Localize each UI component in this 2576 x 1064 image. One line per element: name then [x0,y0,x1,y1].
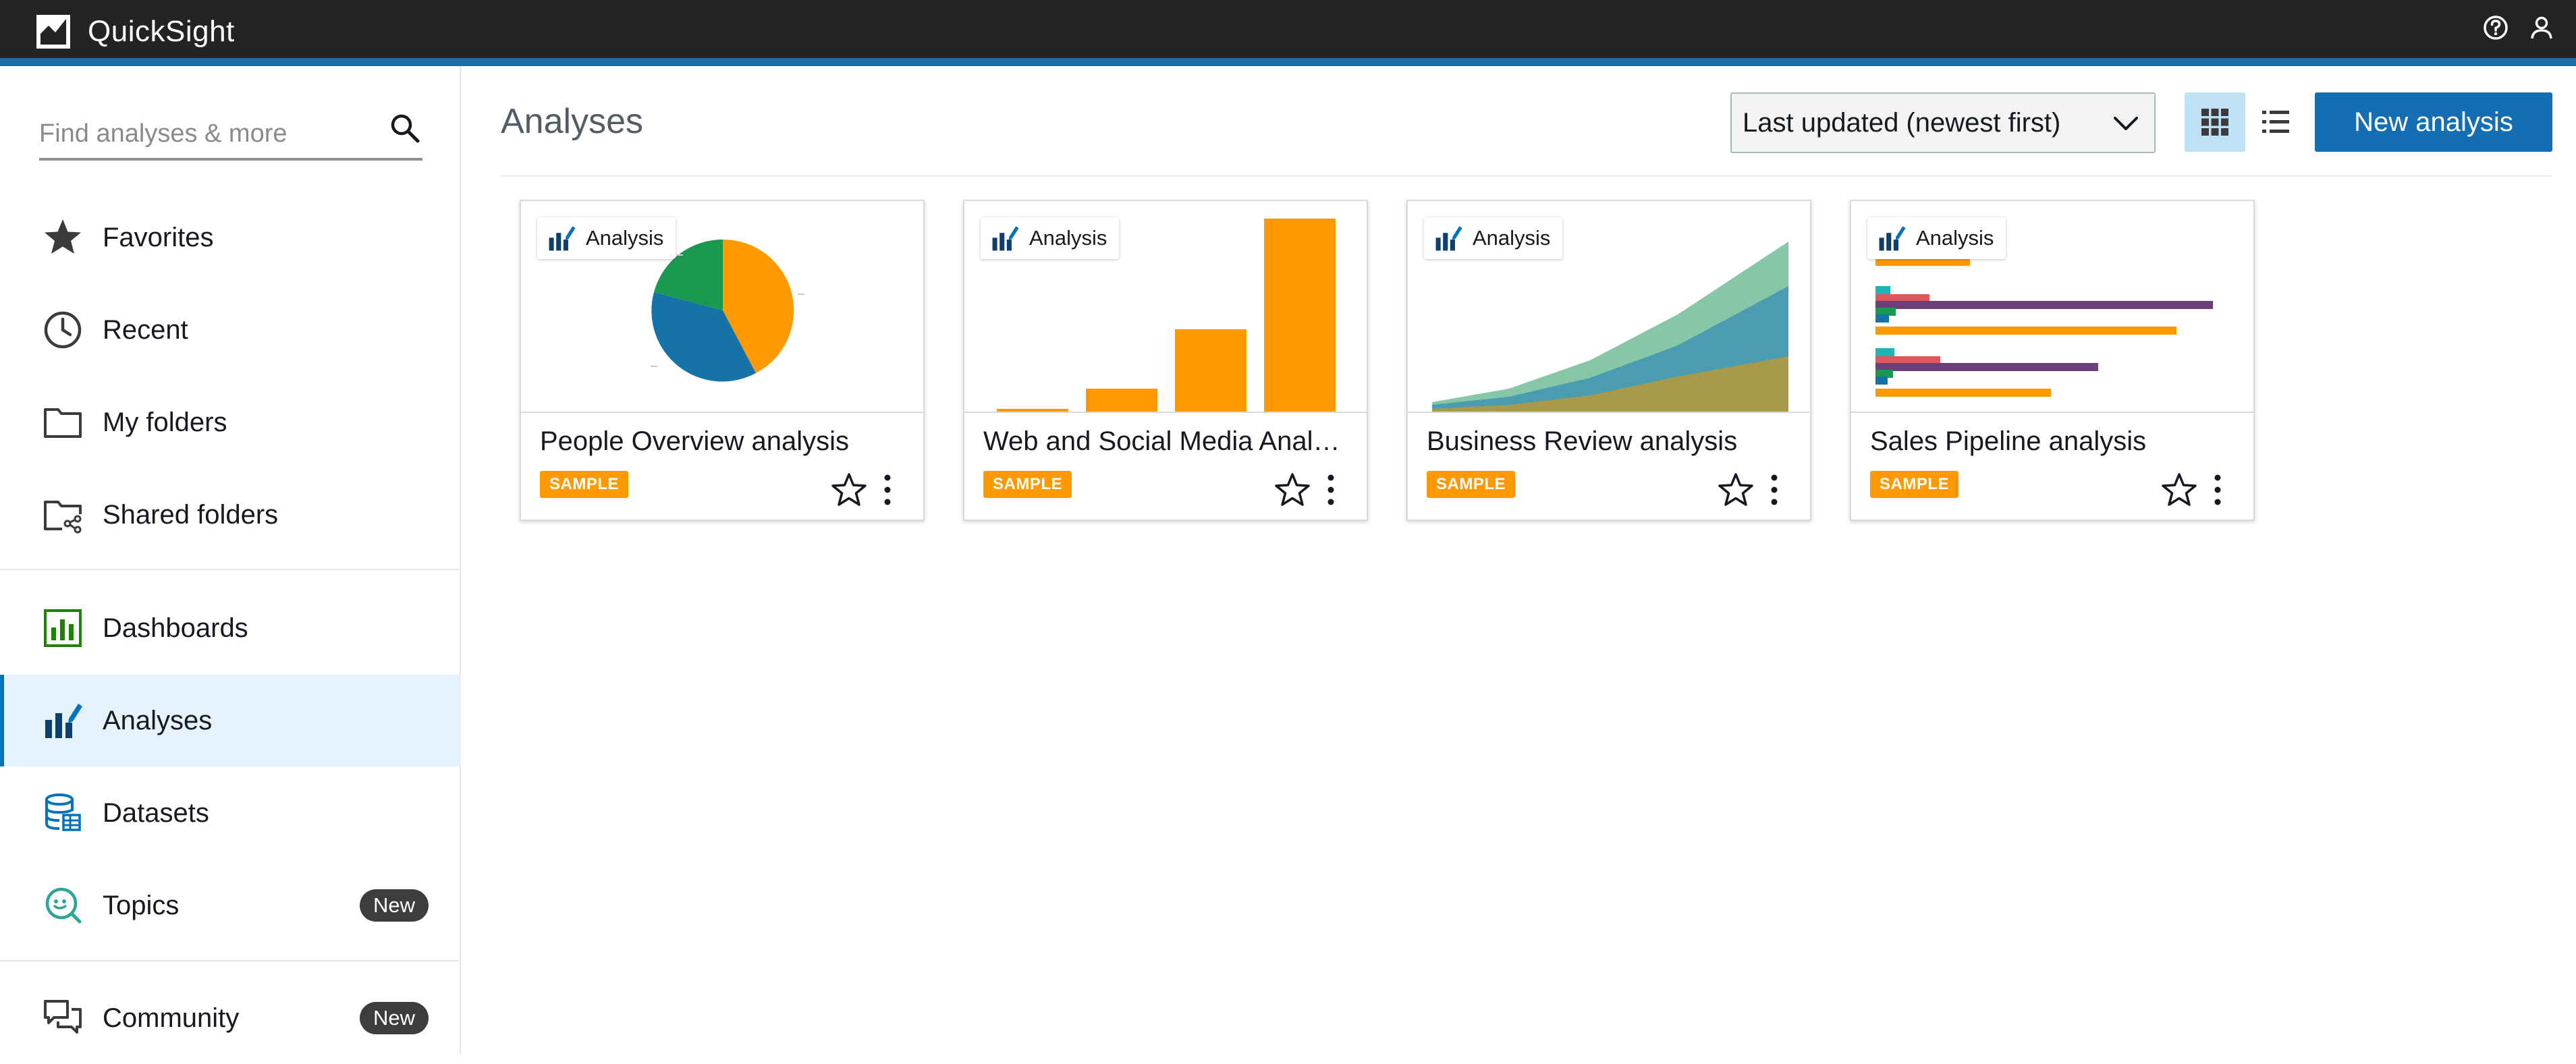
sidebar-divider [0,960,461,961]
sidebar-divider [0,569,461,570]
sidebar-item-label: Topics [103,890,180,920]
card-thumbnail[interactable]: Analysis [1851,201,2253,413]
sidebar-item-dashboards[interactable]: Dashboards [0,582,461,674]
type-chip: Analysis [1867,217,2006,259]
type-label: Analysis [1473,226,1551,250]
dashboard-icon [44,609,82,647]
grid-icon [2201,109,2228,136]
topic-icon [45,887,82,924]
analysis-icon [45,704,82,738]
more-options-icon[interactable] [872,470,903,510]
type-label: Analysis [586,226,664,250]
analysis-icon [549,226,576,251]
top-navigation-bar: QuickSight [0,0,2576,66]
sidebar-item-my-folders[interactable]: My folders [0,376,461,468]
sidebar-item-label: Dashboards [103,613,248,643]
user-icon[interactable] [2527,13,2556,42]
analysis-icon [992,226,1019,251]
sidebar-item-label: Recent [103,314,188,345]
list-view-button[interactable] [2245,92,2306,152]
analysis-icon [1879,226,1906,251]
type-label: Analysis [1916,226,1994,250]
sidebar-item-label: Favorites [103,222,214,252]
shared-folder-icon [44,501,82,534]
sidebar-item-favorites[interactable]: Favorites [0,192,461,283]
search-box [39,104,422,161]
analysis-card-people-overview[interactable]: Analysis People Overview analysis SAMPLE [520,200,925,521]
sidebar-item-label: Datasets [103,797,209,828]
type-label: Analysis [1029,226,1107,250]
new-analysis-button[interactable]: New analysis [2315,92,2552,152]
sort-selected-value: Last updated (newest first) [1743,107,2061,138]
header-divider [501,175,2552,177]
analysis-icon [1435,226,1462,251]
analysis-card-business-review[interactable]: Analysis Business Review analysis SAMPLE [1406,200,1811,521]
type-chip: Analysis [1424,217,1563,259]
card-title[interactable]: Sales Pipeline analysis [1870,426,2240,457]
grid-view-button[interactable] [2185,92,2245,152]
favorite-star-icon[interactable] [830,471,868,509]
sidebar-item-recent[interactable]: Recent [0,284,461,376]
type-chip: Analysis [537,217,676,259]
dataset-icon [45,793,81,831]
card-thumbnail[interactable]: Analysis [964,201,1367,413]
card-thumbnail[interactable]: Analysis [521,201,923,413]
more-options-icon[interactable] [2202,470,2233,510]
card-title[interactable]: Business Review analysis [1427,426,1797,457]
favorite-star-icon[interactable] [2160,471,2198,509]
favorite-star-icon[interactable] [1717,471,1755,509]
sidebar-item-analyses[interactable]: Analyses [0,675,461,766]
clock-icon [44,311,82,349]
chevron-down-icon [2114,117,2138,130]
type-chip: Analysis [981,217,1120,259]
card-title[interactable]: People Overview analysis [540,426,910,457]
search-input[interactable] [39,113,363,154]
sidebar-item-label: Community [103,1003,240,1033]
more-options-icon[interactable] [1315,470,1346,510]
quicksight-logo-icon [36,15,70,49]
search-icon[interactable] [387,111,422,146]
favorite-star-icon[interactable] [1273,471,1311,509]
page-title: Analyses [501,102,643,141]
card-title[interactable]: Web and Social Media Anal… [983,426,1353,457]
sample-badge: SAMPLE [1427,471,1516,498]
sidebar-item-shared-folders[interactable]: Shared folders [0,469,461,561]
analysis-card-sales-pipeline[interactable]: Analysis Sales Pipeline analysis SAMPLE [1850,200,2255,521]
community-icon [44,1000,82,1034]
sample-badge: SAMPLE [1870,471,1959,498]
help-icon[interactable] [2482,13,2510,42]
analysis-card-web-social-media[interactable]: Analysis Web and Social Media Anal… SAMP… [963,200,1368,521]
new-badge: New [359,1002,429,1034]
sort-dropdown[interactable]: Last updated (newest first) [1730,92,2156,153]
card-thumbnail[interactable]: Analysis [1408,201,1810,413]
sidebar-item-datasets[interactable]: Datasets [0,767,461,859]
folder-icon [44,408,82,438]
sidebar: Favorites Recent My folders Shared folde… [0,66,461,1054]
sidebar-item-label: Shared folders [103,499,279,530]
list-icon [2262,111,2289,133]
more-options-icon[interactable] [1759,470,1790,510]
sample-badge: SAMPLE [540,471,629,498]
sidebar-item-community[interactable]: Community New [0,972,461,1064]
star-icon [45,219,81,254]
brand[interactable]: QuickSight [35,8,235,55]
sidebar-item-topics[interactable]: Topics New [0,860,461,951]
sidebar-item-label: Analyses [103,705,213,735]
sample-badge: SAMPLE [983,471,1072,498]
app-name: QuickSight [88,15,235,48]
sidebar-item-label: My folders [103,407,227,437]
new-badge: New [359,889,429,922]
